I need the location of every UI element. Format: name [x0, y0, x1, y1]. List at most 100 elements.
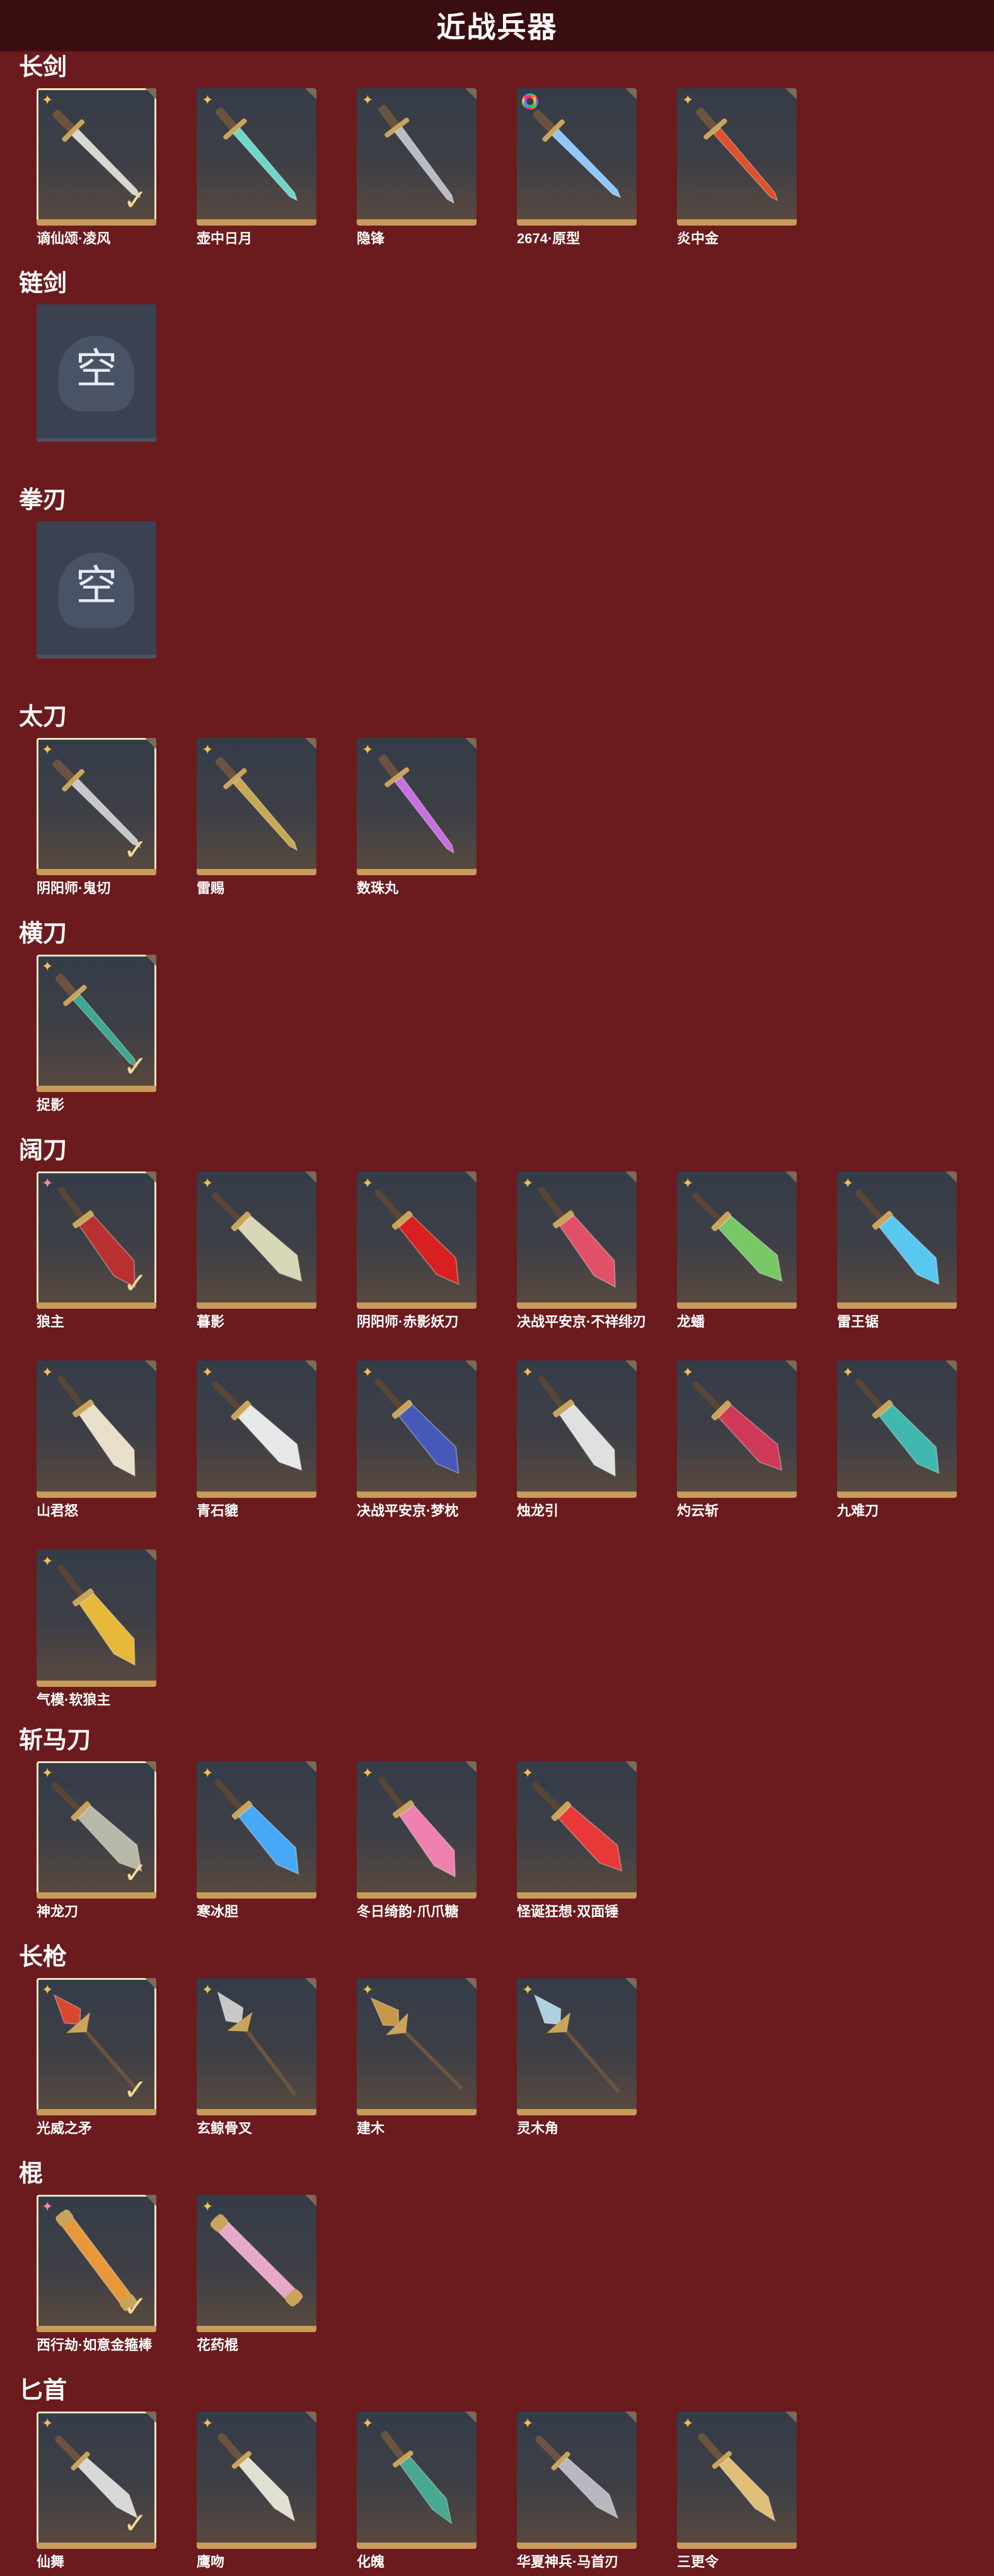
weapon-item[interactable]: ✦ 鹰吻	[197, 2412, 320, 2575]
weapon-item[interactable]: ✦ 山君怒	[37, 1360, 160, 1524]
weapon-item[interactable]: ✦ 怪诞狂想·双面锤	[517, 1761, 640, 1925]
weapon-item[interactable]: ✦ 数珠丸	[357, 738, 480, 902]
weapon-card[interactable]: ✦ ✓	[37, 2412, 156, 2549]
weapon-item[interactable]: ✦ 玄鲸骨叉	[197, 1978, 320, 2142]
weapon-card[interactable]: ✦ ✓	[37, 1171, 156, 1309]
weapon-item[interactable]: 2674·原型	[517, 88, 640, 252]
weapon-card[interactable]: ✦ ✓	[37, 1761, 156, 1899]
weapon-card[interactable]: ✦	[517, 1761, 637, 1899]
weapon-item[interactable]: ✦ 气模·软狼主	[37, 1550, 160, 1713]
weapon-item[interactable]: ✦ ✓ 阴阳师·鬼切	[37, 738, 160, 902]
check-icon: ✓	[123, 1050, 147, 1083]
weapon-item[interactable]: ✦ 青石貔	[197, 1360, 320, 1524]
weapon-card[interactable]: ✦	[517, 1978, 637, 2115]
weapon-card[interactable]: ✦	[197, 738, 316, 875]
corner-marker	[145, 1360, 156, 1372]
weapon-item[interactable]: ✦ 龙蟠	[677, 1171, 800, 1335]
weapon-item[interactable]: ✦ 建木	[357, 1978, 480, 2142]
star-icon: ✦	[42, 1364, 54, 1380]
weapon-item[interactable]: ✦ 三更令	[677, 2412, 800, 2575]
weapon-card[interactable]	[517, 88, 637, 226]
weapon-card[interactable]: ✦ ✓	[37, 1978, 156, 2115]
weapon-item[interactable]: ✦ 花药棍	[197, 2195, 320, 2359]
check-icon: ✓	[123, 1267, 147, 1299]
weapon-card[interactable]: ✦	[677, 88, 797, 226]
weapon-card[interactable]: ✦	[37, 1360, 156, 1498]
weapon-card[interactable]: ✦	[197, 1978, 316, 2115]
weapon-card[interactable]: ✦	[357, 1360, 477, 1498]
weapon-item[interactable]: ✦ 化魄	[357, 2412, 480, 2575]
section-title: 斩马刀	[19, 1727, 91, 1754]
weapon-item[interactable]: ✦ 暮影	[197, 1171, 320, 1335]
katana-icon	[378, 754, 455, 854]
blade-icon	[691, 1192, 783, 1282]
weapon-card[interactable]: ✦	[357, 1978, 477, 2115]
weapon-item[interactable]: ✦ 壶中日月	[197, 88, 320, 252]
weapon-name: 雷赐	[197, 880, 225, 896]
weapon-name: 狼主	[37, 1314, 65, 1330]
weapon-item[interactable]: ✦ 烛龙引	[517, 1360, 640, 1524]
empty-slot[interactable]: 空	[37, 521, 160, 685]
weapon-card[interactable]: ✦	[357, 2412, 477, 2549]
weapon-item[interactable]: ✦ ✓ 光威之矛	[37, 1978, 160, 2142]
weapon-item[interactable]: ✦ 九难刀	[837, 1360, 961, 1524]
weapon-card[interactable]: ✦	[677, 2412, 797, 2549]
weapon-item[interactable]: ✦ 冬日绮韵·爪爪糖	[357, 1761, 480, 1925]
weapon-card[interactable]: ✦	[197, 88, 316, 226]
corner-marker	[785, 1171, 797, 1183]
weapon-card[interactable]: ✦	[837, 1360, 957, 1498]
weapon-card[interactable]: ✦ ✓	[37, 88, 156, 226]
sword-icon	[695, 107, 778, 202]
weapon-item[interactable]: ✦ ✓ 西行劫·如意金箍棒	[37, 2195, 160, 2359]
blade-icon	[538, 1376, 616, 1477]
weapon-item[interactable]: ✦ ✓ 捉影	[37, 955, 160, 1118]
weapon-card[interactable]: ✦	[357, 88, 477, 226]
weapon-name: 隐锋	[357, 231, 385, 246]
weapon-card[interactable]: ✦	[357, 738, 477, 875]
empty-slot[interactable]: 空	[37, 304, 160, 468]
weapon-card[interactable]: ✦	[37, 1550, 156, 1687]
weapon-card[interactable]: ✦	[677, 1171, 797, 1309]
spear-icon	[533, 1994, 621, 2093]
weapon-card[interactable]: ✦ ✓	[37, 955, 156, 1092]
weapon-card[interactable]: ✦	[517, 2412, 637, 2549]
star-icon: ✦	[522, 2415, 534, 2431]
weapon-item[interactable]: ✦ 华夏神兵·马首刃	[517, 2412, 640, 2575]
weapon-item[interactable]: ✦ 决战平安京·不祥绯刃	[517, 1171, 646, 1335]
weapon-card[interactable]: ✦	[357, 1761, 477, 1899]
weapon-name: 阴阳师·赤影妖刀	[357, 1314, 459, 1330]
weapon-item[interactable]: ✦ 雷王锯	[837, 1171, 961, 1335]
weapon-card[interactable]: ✦	[517, 1171, 637, 1309]
weapon-item[interactable]: ✦ 阴阳师·赤影妖刀	[357, 1171, 480, 1335]
weapon-item[interactable]: ✦ 雷赐	[197, 738, 320, 902]
weapon-item[interactable]: ✦ 隐锋	[357, 88, 480, 252]
weapon-item[interactable]: ✦ 灵木角	[517, 1978, 640, 2142]
weapon-card[interactable]: ✦	[197, 1761, 316, 1899]
star-icon: ✦	[362, 1982, 374, 1998]
star-icon: ✦	[362, 742, 374, 757]
check-icon: ✓	[123, 2290, 147, 2323]
weapon-card[interactable]: ✦	[197, 1360, 316, 1498]
weapon-item[interactable]: ✦ 决战平安京·梦枕	[357, 1360, 480, 1524]
weapon-card[interactable]: ✦	[357, 1171, 477, 1309]
weapon-card[interactable]: ✦	[197, 1171, 316, 1309]
weapon-item[interactable]: ✦ ✓ 仙舞	[37, 2412, 160, 2575]
section-title: 拳刃	[19, 487, 67, 514]
weapon-card[interactable]: ✦	[677, 1360, 797, 1498]
weapon-item[interactable]: ✦ 寒冰胆	[197, 1761, 320, 1925]
star-icon: ✦	[842, 1175, 854, 1191]
corner-marker	[145, 2195, 156, 2206]
weapon-item[interactable]: ✦ 灼云斩	[677, 1360, 800, 1524]
weapon-item[interactable]: ✦ ✓ 狼主	[37, 1171, 160, 1335]
weapon-item[interactable]: ✦ ✓ 神龙刀	[37, 1761, 160, 1925]
weapon-card[interactable]: ✦ ✓	[37, 2195, 156, 2332]
weapon-item[interactable]: ✦ ✓ 谪仙颂·凌风	[37, 88, 160, 252]
weapon-card[interactable]: ✦	[837, 1171, 957, 1309]
weapon-card[interactable]: ✦ ✓	[37, 738, 156, 875]
corner-marker	[945, 1360, 957, 1372]
weapon-item[interactable]: ✦ 炎中金	[677, 88, 800, 252]
weapon-card[interactable]: ✦	[197, 2412, 316, 2549]
section-title: 链剑	[19, 270, 67, 297]
weapon-card[interactable]: ✦	[517, 1360, 637, 1498]
weapon-card[interactable]: ✦	[197, 2195, 316, 2332]
